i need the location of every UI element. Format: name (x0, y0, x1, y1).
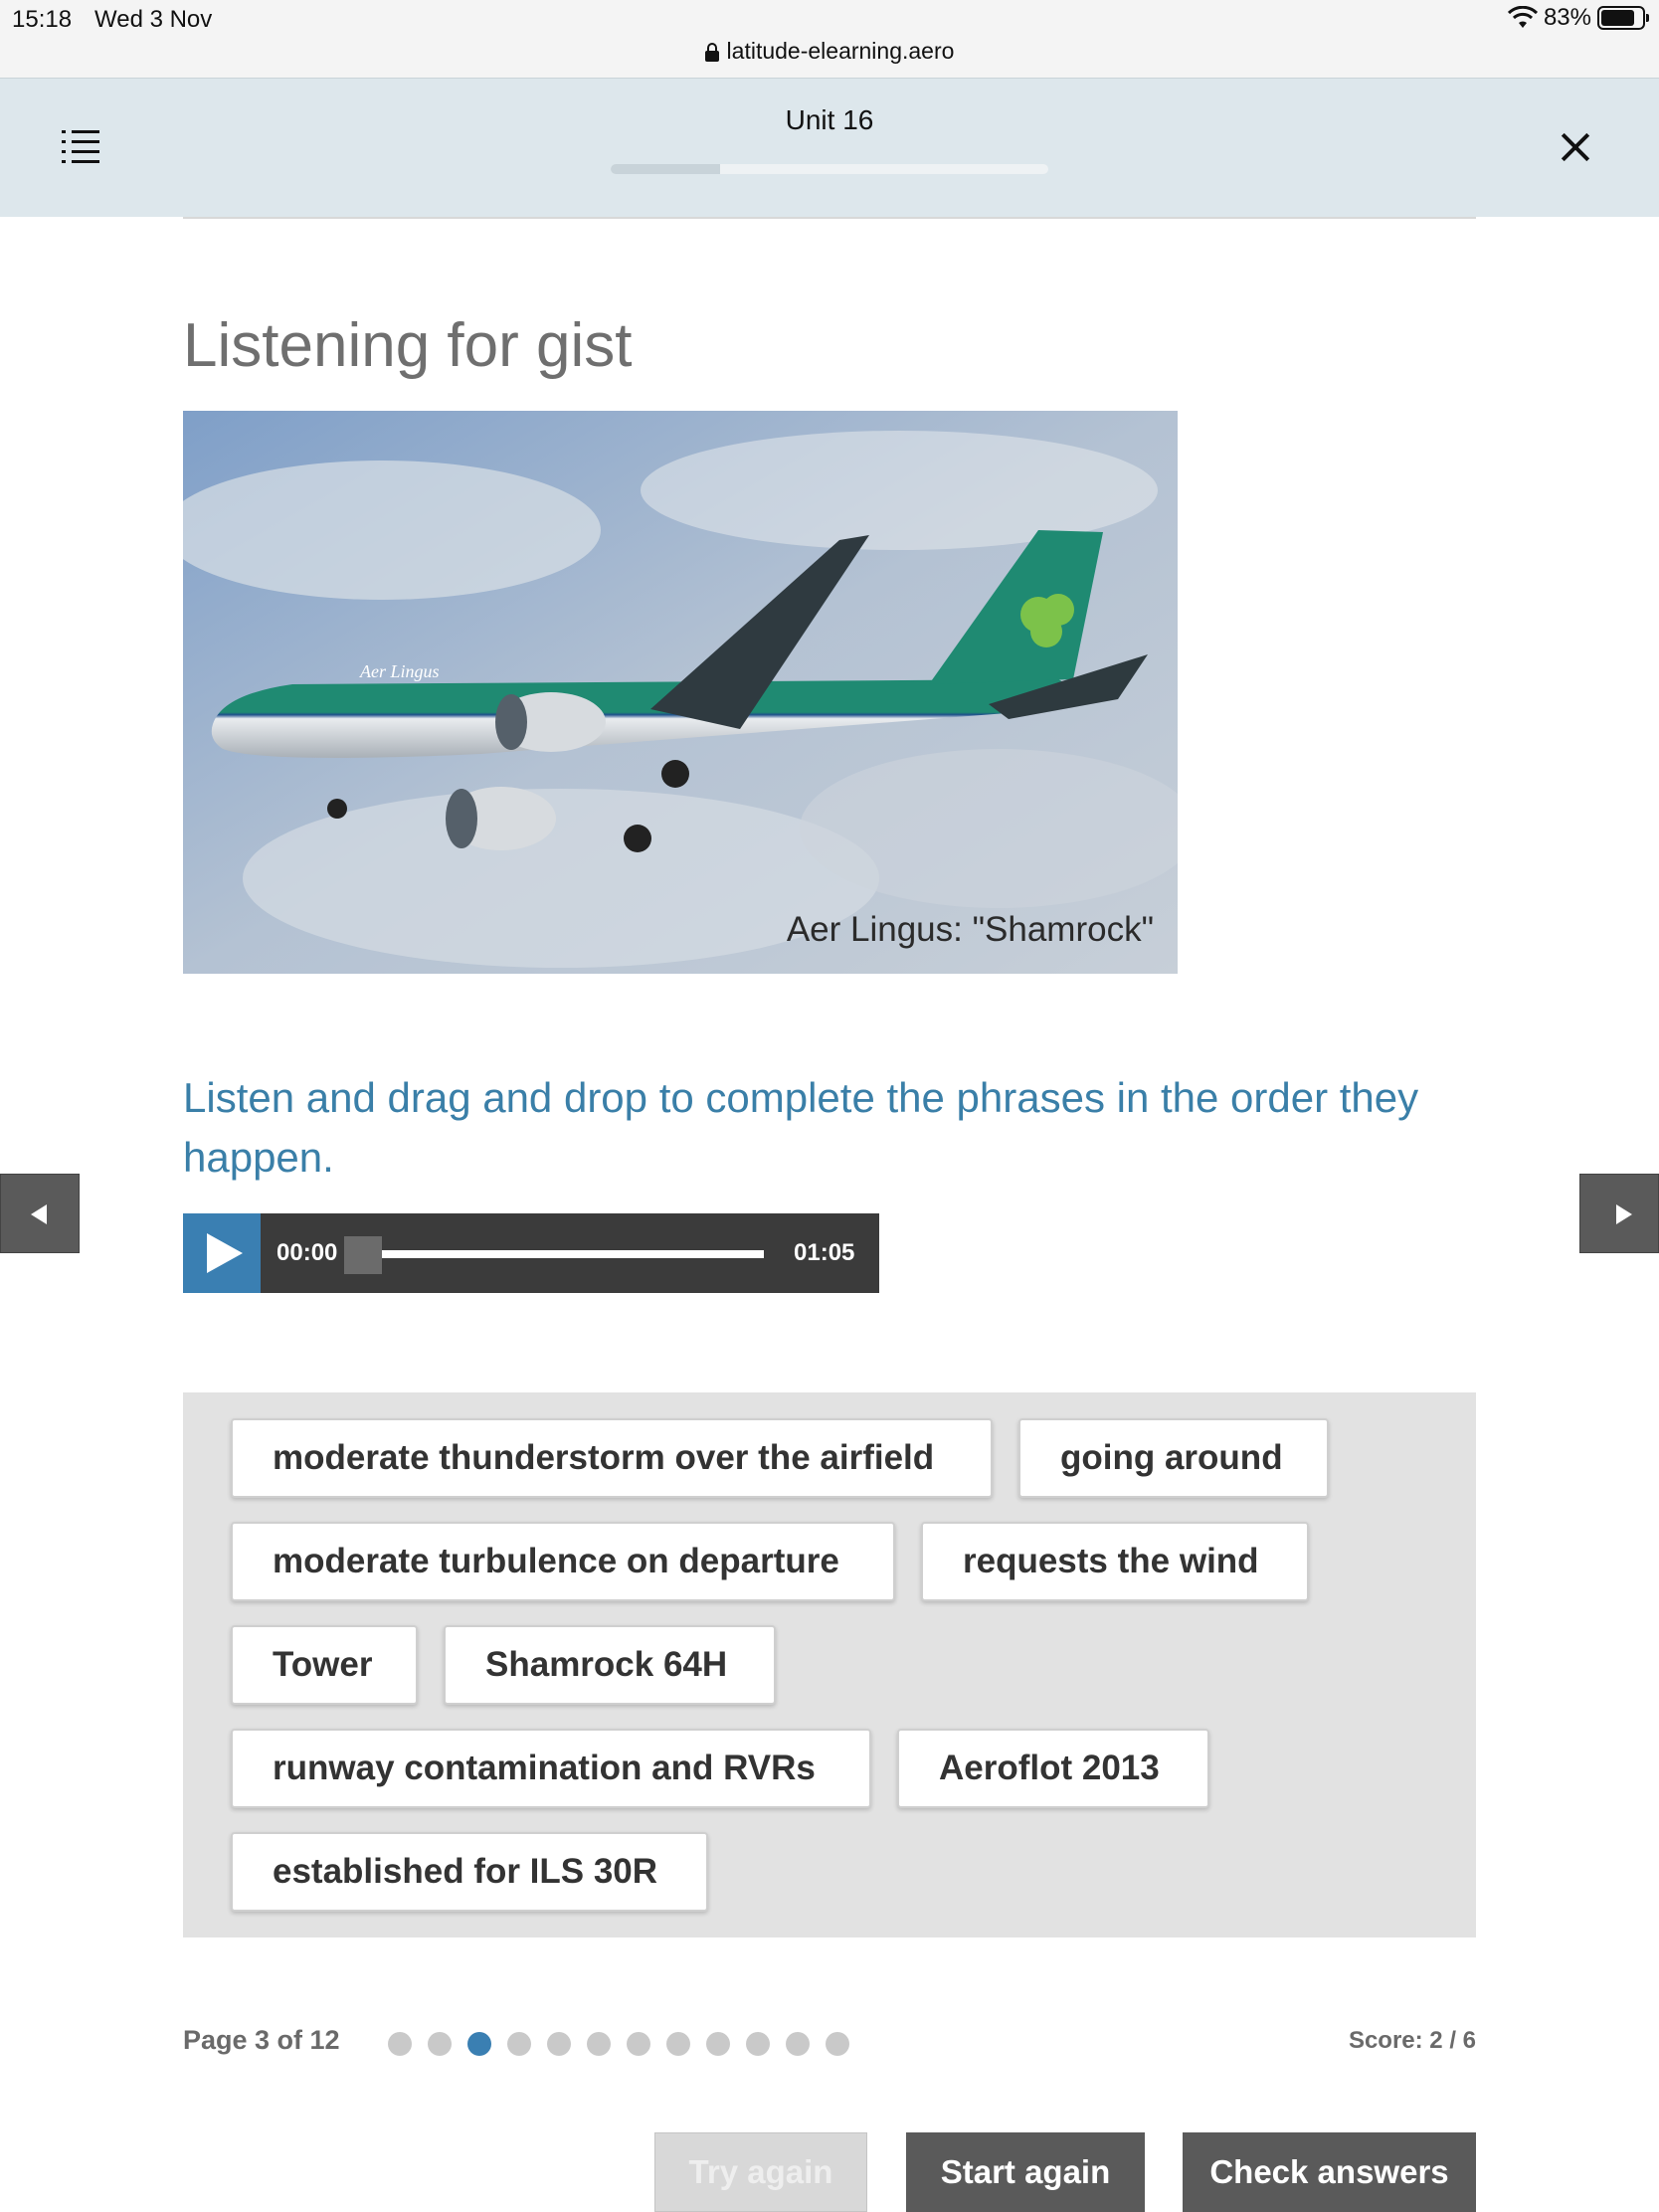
page-dot[interactable] (627, 2032, 650, 2056)
unit-title: Unit 16 (785, 104, 874, 135)
unit-progress-fill (611, 164, 720, 174)
drag-token[interactable]: established for ILS 30R (231, 1832, 708, 1912)
lock-icon (704, 42, 719, 62)
drag-token[interactable]: going around (1018, 1418, 1329, 1498)
page-dot[interactable] (547, 2032, 571, 2056)
drag-token[interactable]: Shamrock 64H (444, 1625, 776, 1705)
battery-icon (1597, 6, 1649, 30)
close-icon[interactable] (1558, 129, 1593, 165)
page-dot[interactable] (666, 2032, 690, 2056)
drag-token[interactable]: moderate thunderstorm over the airfield (231, 1418, 993, 1498)
page-dots (388, 2032, 849, 2056)
battery-percent: 83% (1543, 4, 1591, 31)
page-title: Listening for gist (183, 311, 633, 380)
page-dot[interactable] (467, 2032, 491, 2056)
audio-seek-handle[interactable] (344, 1236, 382, 1274)
drag-token[interactable]: Aeroflot 2013 (897, 1729, 1209, 1808)
drag-token[interactable]: moderate turbulence on departure (231, 1522, 895, 1601)
status-date: Wed 3 Nov (94, 6, 213, 33)
status-bar: 15:18 Wed 3 Nov 83% latitude-elearning.a… (0, 0, 1659, 78)
app-header: Unit 16 (0, 78, 1659, 217)
drag-token[interactable]: runway contamination and RVRs (231, 1729, 871, 1808)
aircraft-photo: Aer Lingus Aer Lingus: "Shamrock" (183, 411, 1178, 974)
svg-text:Aer Lingus: Aer Lingus (359, 661, 440, 681)
audio-seek-bar[interactable] (354, 1250, 764, 1258)
score-label: Score: 2 / 6 (1348, 2027, 1476, 2054)
divider (183, 217, 1476, 219)
page-dot[interactable] (786, 2032, 810, 2056)
image-caption: Aer Lingus: "Shamrock" (786, 910, 1154, 949)
page-dot[interactable] (587, 2032, 611, 2056)
wifi-icon (1507, 6, 1538, 28)
play-icon[interactable] (183, 1213, 261, 1293)
page-dot[interactable] (507, 2032, 531, 2056)
aircraft-illustration: Aer Lingus (183, 411, 1178, 974)
drag-token[interactable]: requests the wind (921, 1522, 1309, 1601)
audio-total-time: 01:05 (794, 1239, 855, 1266)
unit-progress-bar (611, 164, 1048, 174)
page-dot[interactable] (746, 2032, 770, 2056)
previous-page-arrow-icon[interactable] (0, 1174, 80, 1253)
address-bar[interactable]: latitude-elearning.aero (0, 38, 1659, 65)
page-indicator: Page 3 of 12 (183, 2025, 340, 2055)
drag-token-pool: moderate thunderstorm over the airfield … (183, 1392, 1476, 1937)
instruction-text: Listen and drag and drop to complete the… (183, 1074, 1419, 1181)
status-right: 83% (1507, 4, 1649, 32)
audio-player: 00:00 01:05 (183, 1213, 879, 1293)
drag-token[interactable]: Tower (231, 1625, 418, 1705)
next-page-arrow-icon[interactable] (1579, 1174, 1659, 1253)
page-dot[interactable] (428, 2032, 452, 2056)
url-text: latitude-elearning.aero (726, 38, 955, 64)
try-again-button[interactable]: Try again (654, 2132, 867, 2212)
check-answers-button[interactable]: Check answers (1183, 2132, 1476, 2212)
page-dot[interactable] (388, 2032, 412, 2056)
start-again-button[interactable]: Start again (906, 2132, 1145, 2212)
audio-current-time: 00:00 (276, 1239, 338, 1266)
page-dot[interactable] (826, 2032, 849, 2056)
page-dot[interactable] (706, 2032, 730, 2056)
status-time: 15:18 (12, 6, 73, 33)
